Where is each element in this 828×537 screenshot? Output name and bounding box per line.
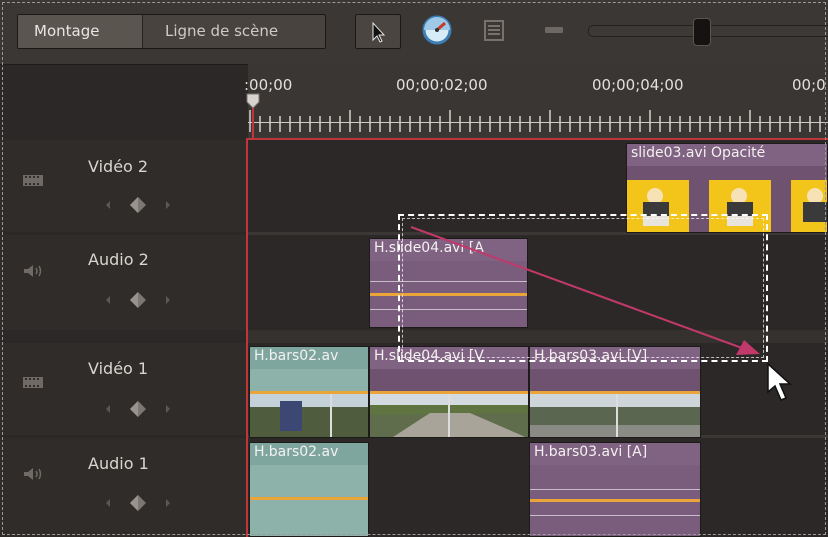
premiere-elements-timeline-window: Montage Ligne de scène:00;00 00;00;02;0… xyxy=(0,0,828,537)
mouse-pointer-icon xyxy=(767,362,792,401)
drag-arrow xyxy=(410,226,792,401)
